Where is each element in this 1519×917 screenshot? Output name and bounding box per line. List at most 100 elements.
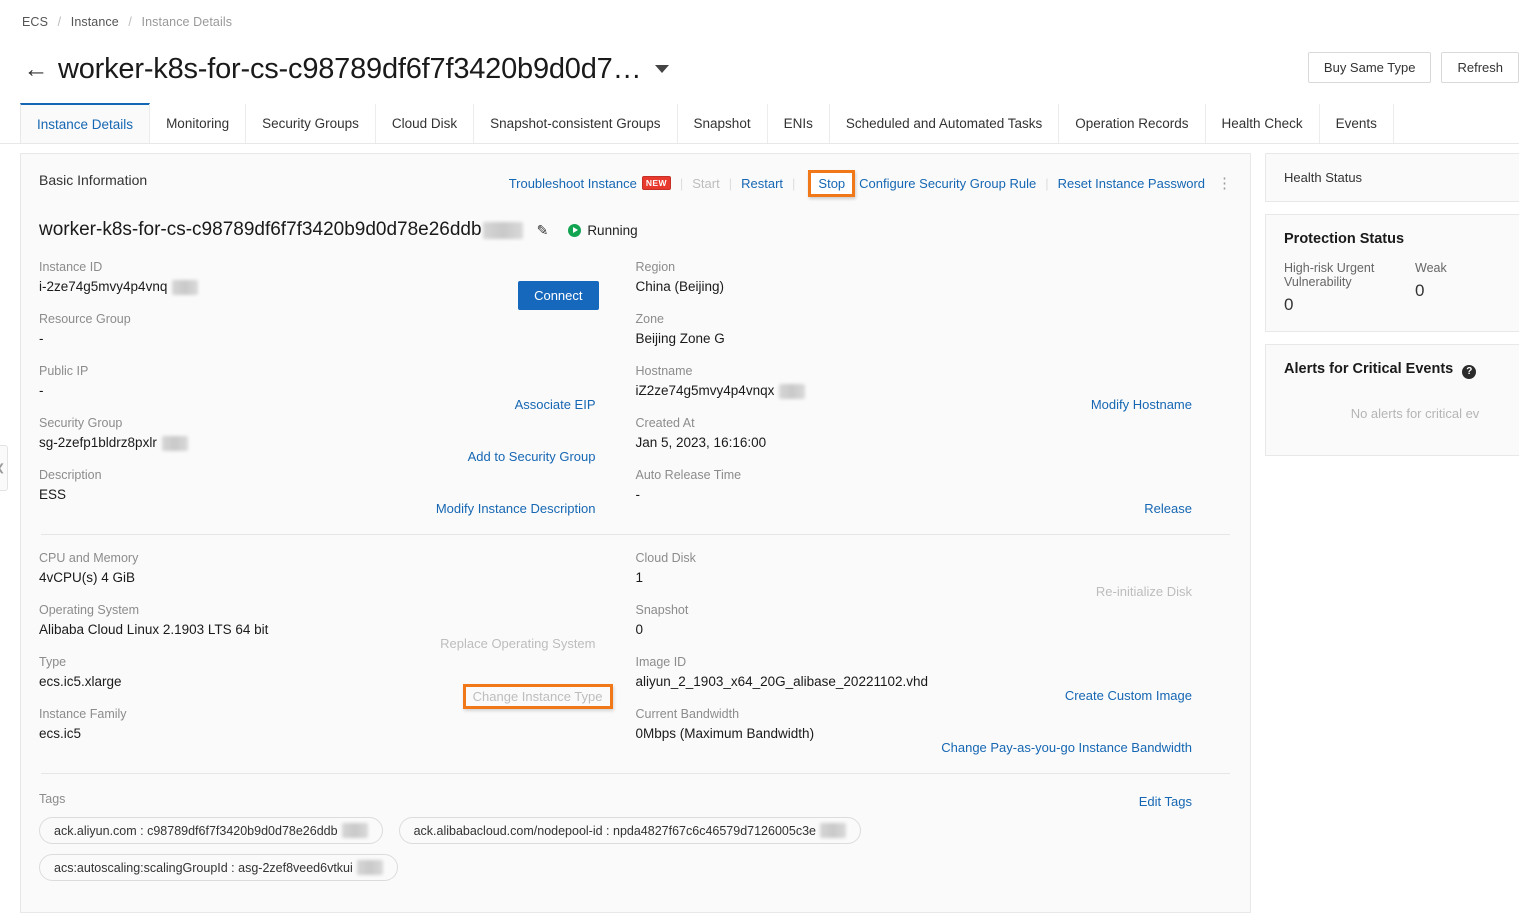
refresh-button[interactable]: Refresh [1441, 52, 1519, 83]
field-created-at: Created At Jan 5, 2023, 16:16:00 [636, 414, 1233, 466]
field-label: Public IP [39, 364, 89, 378]
new-badge: NEW [641, 175, 671, 190]
field-public-ip: Public IP - Associate EIP [39, 362, 636, 414]
field-resource-group: Resource Group - [39, 310, 636, 362]
tab-enis[interactable]: ENIs [766, 104, 830, 143]
tag-row: ack.aliyun.com : c98789df6f7f3420b9d0d78… [39, 817, 1232, 844]
basic-information-card: Basic Information Troubleshoot Instance … [20, 153, 1251, 913]
tab-instance-details[interactable]: Instance Details [20, 103, 151, 143]
field-label: Hostname [635, 364, 693, 378]
config-left-column: CPU and Memory 4vCPU(s) 4 GiB Operating … [39, 549, 636, 757]
section-divider [41, 534, 1230, 535]
tab-monitoring[interactable]: Monitoring [149, 104, 247, 143]
tag-text: ack.alibabacloud.com/nodepool-id : npda4… [413, 823, 816, 838]
page-body: ❮ Basic Information Troubleshoot Instanc… [0, 145, 1519, 917]
field-label: Auto Release Time [635, 468, 742, 482]
modify-instance-description-link[interactable]: Modify Instance Description [436, 501, 596, 516]
tag-chip[interactable]: ack.alibabacloud.com/nodepool-id : npda4… [398, 817, 861, 844]
redaction-block [172, 279, 199, 295]
troubleshoot-instance-link[interactable]: Troubleshoot Instance [509, 176, 637, 191]
create-custom-image-link[interactable]: Create Custom Image [1065, 688, 1192, 703]
buy-same-type-button[interactable]: Buy Same Type [1307, 52, 1432, 83]
restart-instance-link[interactable]: Restart [741, 176, 783, 191]
chevron-down-icon[interactable] [655, 65, 670, 73]
field-cloud-disk: Cloud Disk 1 Re-initialize Disk [636, 549, 1233, 601]
field-region: Region China (Beijing) [636, 258, 1233, 310]
breadcrumb-current: Instance Details [141, 15, 233, 29]
tab-snapshot[interactable]: Snapshot [676, 104, 768, 143]
field-label: Instance ID [39, 260, 103, 274]
section-title-basic-information: Basic Information [39, 172, 148, 188]
help-circle-icon[interactable]: ? [1462, 364, 1477, 379]
tab-scheduled-automated-tasks[interactable]: Scheduled and Automated Tasks [828, 104, 1060, 143]
field-instance-id: Instance ID i-2ze74g5mvy4p4vnq Connect [39, 258, 636, 310]
reset-instance-password-link[interactable]: Reset Instance Password [1058, 176, 1205, 191]
field-value: ecs.ic5 [39, 726, 82, 741]
status-badge: Running [568, 222, 638, 238]
metric-label: Weak [1415, 261, 1447, 275]
field-label: Description [39, 468, 102, 482]
field-instance-family: Instance Family ecs.ic5 [39, 705, 636, 757]
tag-row: acs:autoscaling:scalingGroupId : asg-2ze… [39, 854, 1232, 881]
chevron-left-icon: ❮ [0, 463, 5, 474]
field-snapshot: Snapshot 0 [636, 601, 1233, 653]
re-initialize-disk-link[interactable]: Re-initialize Disk [1096, 584, 1192, 599]
tab-cloud-disk[interactable]: Cloud Disk [374, 104, 475, 143]
metric-value: 0 [1415, 281, 1425, 300]
tab-security-groups[interactable]: Security Groups [245, 104, 376, 143]
redaction-block [356, 860, 383, 875]
field-cpu-and-memory: CPU and Memory 4vCPU(s) 4 GiB [39, 549, 636, 601]
status-text: Running [587, 222, 638, 238]
redaction-block [482, 221, 523, 239]
sidebar-collapse-handle[interactable]: ❮ [0, 445, 8, 491]
tab-snapshot-consistent-groups[interactable]: Snapshot-consistent Groups [473, 104, 678, 143]
connect-button[interactable]: Connect [518, 281, 599, 310]
protection-metric-weak: Weak 0 [1415, 261, 1519, 315]
field-hostname: Hostname iZ2ze74g5mvy4p4vnqx Modify Host… [636, 362, 1233, 414]
configure-security-group-rule-link[interactable]: Configure Security Group Rule [859, 176, 1036, 191]
start-instance-link[interactable]: Start [692, 176, 719, 191]
header-actions: Buy Same Type Refresh [1307, 52, 1519, 83]
configuration-info-grid: CPU and Memory 4vCPU(s) 4 GiB Operating … [39, 549, 1232, 757]
breadcrumb-ecs[interactable]: ECS [22, 15, 48, 29]
alerts-title: Alerts for Critical Events [1284, 361, 1454, 377]
modify-hostname-link[interactable]: Modify Hostname [1091, 397, 1192, 412]
associate-eip-link[interactable]: Associate EIP [515, 397, 596, 412]
section-divider [41, 773, 1230, 774]
change-bandwidth-link[interactable]: Change Pay-as-you-go Instance Bandwidth [941, 740, 1192, 755]
redaction-block [161, 435, 188, 451]
field-label: Type [39, 655, 67, 669]
config-right-column: Cloud Disk 1 Re-initialize Disk Snapshot… [636, 549, 1233, 757]
field-label: Snapshot [635, 603, 689, 617]
alerts-critical-events-card: Alerts for Critical Events ? No alerts f… [1265, 344, 1519, 456]
back-arrow-icon[interactable]: ← [22, 55, 50, 83]
divider: | [728, 176, 733, 191]
edit-tags-link[interactable]: Edit Tags [1139, 794, 1192, 809]
right-sidebar: Health Status Protection Status High-ris… [1265, 153, 1519, 468]
more-vertical-icon[interactable]: ⋮ [1217, 176, 1232, 191]
stop-instance-link[interactable]: Stop [818, 176, 845, 191]
protection-metric-high-risk: High-risk Urgent Vulnerability 0 [1284, 261, 1415, 315]
tags-label: Tags [39, 792, 66, 806]
page-header: ← worker-k8s-for-cs-c98789df6f7f3420b9d0… [0, 42, 1519, 96]
tab-events[interactable]: Events [1318, 104, 1394, 143]
tag-chip[interactable]: acs:autoscaling:scalingGroupId : asg-2ze… [39, 854, 398, 881]
breadcrumb-instance[interactable]: Instance [71, 15, 119, 29]
replace-operating-system-link[interactable]: Replace Operating System [440, 636, 595, 651]
running-play-icon [568, 223, 582, 237]
field-value: 4vCPU(s) 4 GiB [39, 570, 136, 585]
field-type: Type ecs.ic5.xlarge Change Instance Type [39, 653, 636, 709]
tag-chip[interactable]: ack.aliyun.com : c98789df6f7f3420b9d0d78… [39, 817, 383, 844]
release-link[interactable]: Release [1144, 501, 1192, 516]
field-label: Image ID [635, 655, 687, 669]
tab-health-check[interactable]: Health Check [1204, 104, 1320, 143]
add-to-security-group-link[interactable]: Add to Security Group [468, 449, 596, 464]
tag-text: ack.aliyun.com : c98789df6f7f3420b9d0d78… [54, 823, 338, 838]
field-label: Current Bandwidth [635, 707, 740, 721]
field-label: CPU and Memory [39, 551, 139, 565]
page-title: worker-k8s-for-cs-c98789df6f7f3420b9d0d7… [58, 52, 642, 85]
health-status-title: Health Status [1284, 170, 1363, 185]
tab-operation-records[interactable]: Operation Records [1058, 104, 1206, 143]
divider: | [792, 176, 796, 191]
edit-pencil-icon[interactable]: ✎ [537, 222, 549, 239]
